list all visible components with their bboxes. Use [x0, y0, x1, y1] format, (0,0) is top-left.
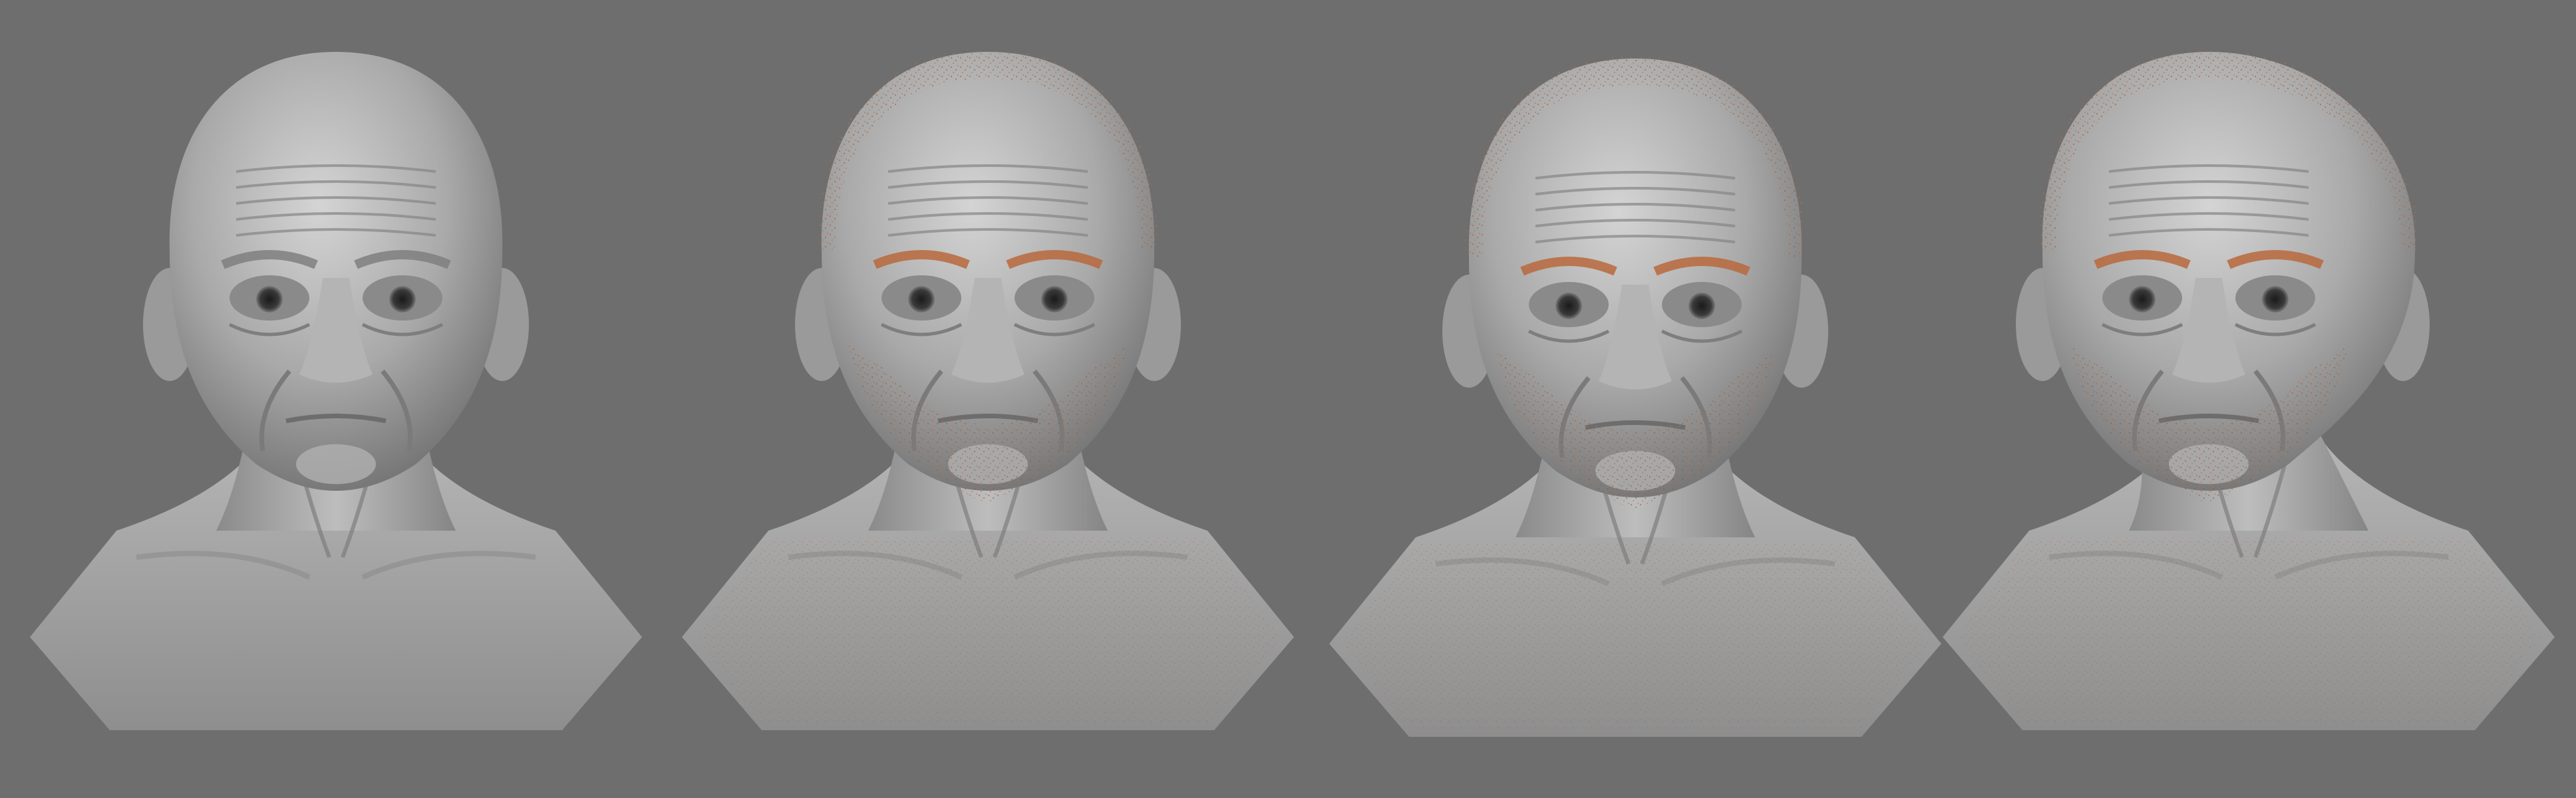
eye-left	[2129, 286, 2156, 313]
chin-shape	[296, 444, 376, 484]
body-hair	[1343, 544, 1928, 730]
bust-render-three-quarter-hair	[1943, 49, 2555, 730]
sculpt-renders	[30, 49, 2555, 737]
bust-render-front-no-hair	[30, 52, 642, 730]
eye-left	[908, 286, 935, 313]
eye-right	[1689, 293, 1715, 319]
eye-left	[256, 286, 283, 313]
bust-render-front-hair	[682, 49, 1294, 730]
bust-render-front-tilted-hair	[1329, 56, 1941, 737]
eye-right	[389, 286, 416, 313]
render-sheet	[0, 0, 2576, 798]
head-shape	[169, 52, 503, 491]
body-hair	[695, 537, 1281, 724]
body-hair	[1956, 537, 2541, 724]
eye-right	[1041, 286, 1068, 313]
eye-left	[1555, 293, 1582, 319]
eye-right	[2262, 286, 2289, 313]
